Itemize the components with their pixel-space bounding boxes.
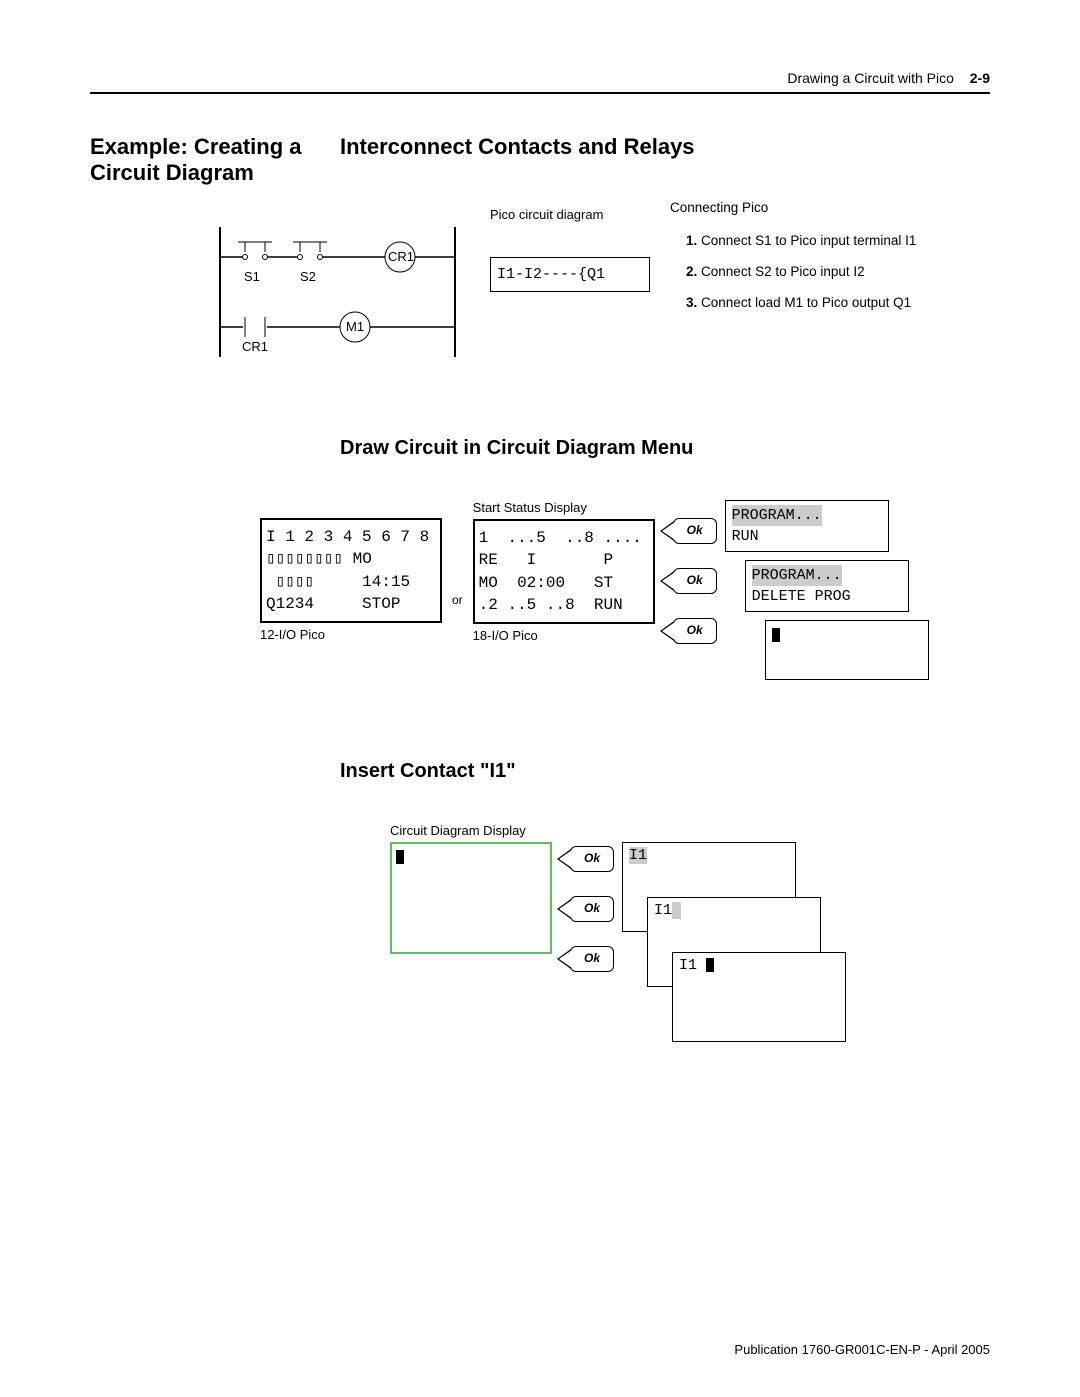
ok-button-insert-3[interactable]: Ok [570, 946, 614, 972]
connecting-item-1: 1. Connect S1 to Pico input terminal I1 [686, 230, 920, 253]
label-m1: M1 [346, 319, 364, 334]
lcd-18io: 1 ...5 ..8 .... RE I P MO 02:00 ST .2 ..… [473, 519, 655, 625]
pico-diagram-block: Pico circuit diagram I1-I2----{Q1 [490, 207, 650, 292]
pico-diagram-label: Pico circuit diagram [490, 207, 650, 222]
label-s2: S2 [300, 269, 316, 284]
cursor-icon [706, 958, 714, 972]
circuit-diagram-display-label: Circuit Diagram Display [390, 823, 990, 838]
ok-button-2[interactable]: Ok [673, 568, 717, 594]
cursor-icon [772, 628, 780, 642]
label-s1: S1 [244, 269, 260, 284]
label-cr1-top: CR1 [388, 249, 414, 264]
status-screens-row: I 1 2 3 4 5 6 7 8 ▯▯▯▯▯▯▯▯ MO ▯▯▯▯ 14:15… [260, 500, 990, 700]
or-text: or [452, 593, 463, 607]
menu-box-2: PROGRAM... DELETE PROG [745, 560, 909, 612]
start-status-label: Start Status Display [473, 500, 655, 515]
connecting-item-2: 2. Connect S2 to Pico input I2 [686, 261, 920, 284]
ok-button-1[interactable]: Ok [673, 518, 717, 544]
ladder-schematic: S1 S2 CR1 CR1 M1 [210, 227, 470, 377]
lcd-18io-caption: 18-I/O Pico [473, 628, 655, 643]
page-header: Drawing a Circuit with Pico 2-9 [90, 70, 990, 94]
menu-box-1: PROGRAM... RUN [725, 500, 889, 552]
connecting-title: Connecting Pico [670, 197, 920, 220]
ok-button-3[interactable]: Ok [673, 618, 717, 644]
ok-button-insert-2[interactable]: Ok [570, 896, 614, 922]
insert-box-3: I1 [672, 952, 846, 1042]
insert-contact-stack: I1 I1 I1 [622, 842, 842, 1062]
connecting-pico-block: Connecting Pico 1. Connect S1 to Pico in… [670, 197, 920, 323]
chapter-title: Drawing a Circuit with Pico [787, 70, 954, 86]
pico-diagram-box: I1-I2----{Q1 [490, 257, 650, 292]
lcd-12io: I 1 2 3 4 5 6 7 8 ▯▯▯▯▯▯▯▯ MO ▯▯▯▯ 14:15… [260, 518, 442, 624]
subtitle-draw: Draw Circuit in Circuit Diagram Menu [340, 437, 990, 460]
circuit-diagram-display [390, 842, 552, 954]
menu-stack: PROGRAM... RUN PROGRAM... DELETE PROG [725, 500, 905, 700]
cursor-icon [396, 850, 404, 864]
lcd-12io-caption: 12-I/O Pico [260, 627, 442, 642]
section-title-left: Example: Creating a Circuit Diagram [90, 134, 340, 187]
insert-contact-row: Ok Ok Ok I1 I1 I1 [390, 842, 990, 1062]
label-cr1-bottom: CR1 [242, 339, 268, 354]
ok-button-insert-1[interactable]: Ok [570, 846, 614, 872]
subtitle-insert: Insert Contact "I1" [340, 760, 990, 783]
connecting-item-3: 3. Connect load M1 to Pico output Q1 [686, 292, 920, 315]
section-title-right: Interconnect Contacts and Relays [340, 134, 695, 187]
menu-box-3 [765, 620, 929, 680]
page-number: 2-9 [970, 70, 990, 86]
publication-footer: Publication 1760-GR001C-EN-P - April 200… [734, 1342, 990, 1357]
